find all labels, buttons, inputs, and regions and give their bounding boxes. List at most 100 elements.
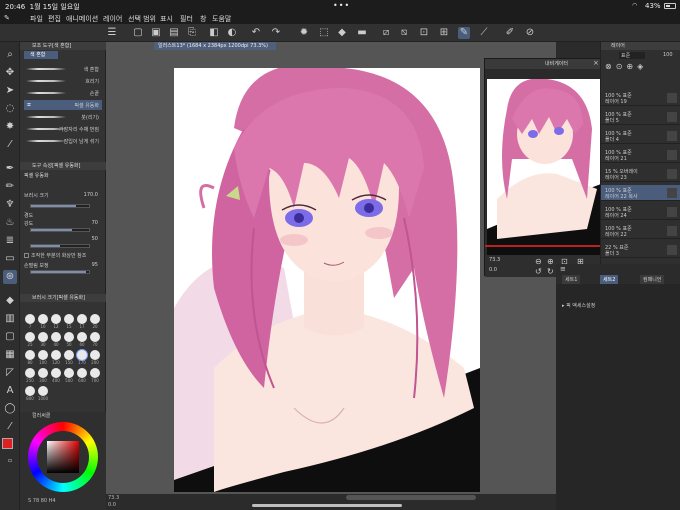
brush-size-option[interactable]: 17 xyxy=(76,314,88,330)
menu-filter[interactable]: 필터 xyxy=(180,14,193,24)
canvas-rotation[interactable]: 0.0 xyxy=(108,502,116,508)
document-tab[interactable]: 일러스트13* (1684 x 2384px 1200dpi 73.3%) xyxy=(154,42,276,50)
quick-access-row[interactable]: ▸ 픽 액세스설정 xyxy=(562,302,595,309)
redo-icon[interactable]: ↷ xyxy=(270,27,282,39)
layer-opacity[interactable]: 100 xyxy=(663,52,673,58)
rotate-right-icon[interactable]: ↻ xyxy=(547,267,554,276)
menu-help[interactable]: 도움말 xyxy=(212,14,231,24)
brush-size-option[interactable]: 100 xyxy=(37,350,49,366)
brush-item-watercolor-edge[interactable]: 가장자리 수채 번짐 xyxy=(24,124,102,134)
menu-layer[interactable]: 레이어 xyxy=(103,14,122,24)
airbrush-icon[interactable]: ♨ xyxy=(3,216,17,230)
frame-icon[interactable]: ▦ xyxy=(3,348,17,362)
brush-item-liquify[interactable]: ⌗ 픽셀 유동화 xyxy=(24,100,102,110)
layer-row[interactable]: 100 % 표준 레이어 22 복사 xyxy=(601,185,680,201)
brush-size-option[interactable]: 170 xyxy=(76,350,88,366)
text-tool-icon[interactable]: A xyxy=(3,384,17,398)
layer-toolbar-icons[interactable]: ⊗⊙⊕◈ xyxy=(605,62,647,71)
brush-size-slider[interactable] xyxy=(30,204,90,208)
brush-size-option[interactable]: 600 xyxy=(76,368,88,384)
menu-view[interactable]: 표시 xyxy=(160,14,173,24)
decoration-icon[interactable]: ≣ xyxy=(3,234,17,248)
fill-icon[interactable]: ◆ xyxy=(336,27,348,39)
brush-size-option[interactable]: 25 xyxy=(24,332,36,348)
eraser-icon[interactable]: ▭ xyxy=(3,252,17,266)
brush-size-option[interactable]: 400 xyxy=(50,368,62,384)
tab-companion[interactable]: 컴패니언 xyxy=(640,275,665,284)
menu-animation[interactable]: 애니메이션 xyxy=(66,14,98,24)
layer-row[interactable]: 15 % 오버레이 레이어 23 xyxy=(601,166,680,182)
rotate-left-icon[interactable]: ↺ xyxy=(535,267,542,276)
clear-icon[interactable]: ⊡ xyxy=(418,27,430,39)
color-square[interactable] xyxy=(47,441,79,473)
zoom-out-icon[interactable]: ⊖ xyxy=(535,257,542,266)
app-icon[interactable]: ✎ xyxy=(4,14,10,22)
timelapse-icon[interactable]: ⊘ xyxy=(524,27,536,39)
tool-icon[interactable]: ◐ xyxy=(226,27,238,39)
menu-file[interactable]: 파일 xyxy=(30,14,43,24)
paste-icon[interactable]: ▬ xyxy=(356,27,368,39)
brush-size-option[interactable]: 800 xyxy=(24,386,36,402)
layer-row[interactable]: 100 % 표준 폴더 4 xyxy=(601,128,680,144)
brush-size-option[interactable]: 500 xyxy=(63,368,75,384)
layer-icon[interactable]: ◧ xyxy=(208,27,220,39)
operation-tool-icon[interactable]: ➤ xyxy=(3,84,17,98)
layer-row[interactable]: 100 % 표준 레이어 21 xyxy=(601,147,680,163)
brush-size-option[interactable]: 1000 xyxy=(37,386,49,402)
pen-icon[interactable]: ✒ xyxy=(3,162,17,176)
figure-icon[interactable]: ▢ xyxy=(3,330,17,344)
color-wheel[interactable] xyxy=(28,422,98,492)
navigator-close-icon[interactable]: × xyxy=(593,59,599,67)
layer-row[interactable]: 100 % 표준 폴더 5 xyxy=(601,109,680,125)
prop-reference-only[interactable]: 조작한 부분의 화상만 참조 xyxy=(24,252,102,260)
sub-panel-menu-icon[interactable]: ≡ xyxy=(560,265,566,273)
correction-icon[interactable]: ⁄ xyxy=(3,420,17,434)
transform-icon[interactable]: ⬚ xyxy=(318,27,330,39)
fill-tool-icon[interactable]: ◆ xyxy=(3,294,17,308)
brush-icon[interactable]: ✐ xyxy=(504,27,516,39)
brush-size-option[interactable]: 15 xyxy=(63,314,75,330)
eyedropper-icon[interactable]: ⁄ xyxy=(3,138,17,152)
layer-row[interactable]: 100 % 표준 레이어 19 xyxy=(601,90,680,106)
blend-mode-select[interactable]: 표준 xyxy=(619,52,645,59)
menu-selection[interactable]: 선택 범위 xyxy=(128,14,156,24)
brush-size-option[interactable]: 80 xyxy=(24,350,36,366)
brush-size-option[interactable]: 30 xyxy=(37,332,49,348)
zoom-tool-icon[interactable]: ⌕ xyxy=(3,48,17,62)
brush-tool-icon[interactable]: ♆ xyxy=(3,198,17,212)
navigator-zoom[interactable]: 73.3 xyxy=(489,257,500,263)
settings-icon[interactable]: ✹ xyxy=(298,27,310,39)
ruler-tool-icon[interactable]: ◸ xyxy=(3,366,17,380)
canvas-zoom[interactable]: 73.3 xyxy=(108,495,119,501)
brush-size-option[interactable]: 250 xyxy=(24,368,36,384)
layer-row[interactable]: 100 % 표준 레이어 22 xyxy=(601,223,680,239)
new-file-icon[interactable]: ▢ xyxy=(132,27,144,39)
lasso-tool-icon[interactable]: ◌ xyxy=(3,102,17,116)
stabilizer-slider[interactable] xyxy=(30,270,90,274)
brush-item-blur[interactable]: 흐리기 xyxy=(24,76,102,86)
menu-window[interactable]: 창 xyxy=(200,14,206,24)
pencil-icon[interactable]: ✏ xyxy=(3,180,17,194)
brush-size-option[interactable]: 120 xyxy=(50,350,62,366)
brush-size-option[interactable]: 7 xyxy=(24,314,36,330)
transparent-color-icon[interactable]: ▫ xyxy=(3,454,17,468)
magic-wand-icon[interactable]: ✸ xyxy=(3,120,17,134)
tab-set1[interactable]: 세트1 xyxy=(562,275,581,284)
brush-item-finger[interactable]: 손끝 xyxy=(24,88,102,98)
hamburger-icon[interactable]: ☰ xyxy=(106,27,118,39)
brush-item-color-blend[interactable]: 색 혼합 xyxy=(24,64,102,74)
brush-item-brush[interactable]: 붓(리기) xyxy=(24,112,102,122)
balloon-icon[interactable]: ◯ xyxy=(3,402,17,416)
blend-tool-icon[interactable]: ⊛ xyxy=(3,270,17,284)
home-indicator[interactable] xyxy=(252,504,402,507)
open-icon[interactable]: ▣ xyxy=(150,27,162,39)
reference-only-checkbox[interactable] xyxy=(24,253,29,258)
brush-size-option[interactable]: 300 xyxy=(37,368,49,384)
brush-item-blend-streak[interactable]: 잠입이 남게 섞기 xyxy=(24,136,102,146)
gradient-icon[interactable]: ▥ xyxy=(3,312,17,326)
save-icon[interactable]: ▤ xyxy=(168,27,180,39)
brush-size-option[interactable]: 20 xyxy=(89,314,101,330)
export-icon[interactable]: ⎘ xyxy=(186,27,198,39)
brush-size-option[interactable]: 40 xyxy=(50,332,62,348)
subtool-group-tab[interactable]: 색 혼합 xyxy=(24,51,58,59)
